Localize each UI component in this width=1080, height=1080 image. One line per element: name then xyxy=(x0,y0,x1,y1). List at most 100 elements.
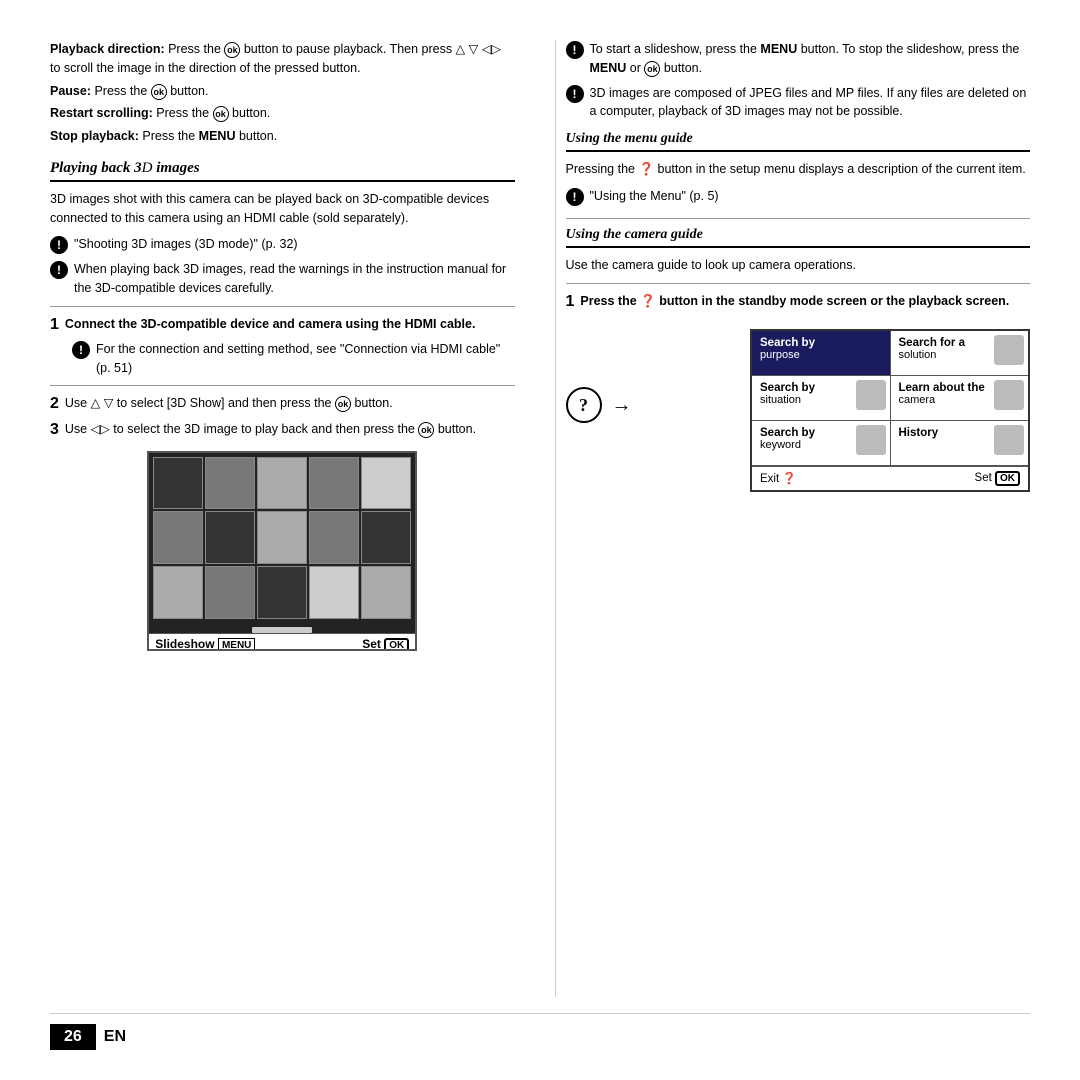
page: Playback direction: Press the ok button … xyxy=(0,0,1080,1080)
divider-3 xyxy=(566,218,1031,219)
cg-row-1: Search by purpose Search for a solution xyxy=(752,331,1028,376)
note-shooting-3d-text: "Shooting 3D images (3D mode)" (p. 32) xyxy=(74,235,298,254)
menu-guide-title: Using the menu guide xyxy=(566,131,1031,152)
page-number: 26 xyxy=(50,1024,96,1050)
ok-circle-right: ok xyxy=(644,61,660,77)
thumb-7 xyxy=(205,511,255,564)
camera-guide-step1-text: Press the ❓ button in the standby mode s… xyxy=(580,292,1030,311)
exclaim-icon-5: ! xyxy=(566,85,584,103)
divider-1 xyxy=(50,306,515,307)
exclaim-icon-1: ! xyxy=(50,236,68,254)
note-warnings: ! When playing back 3D images, read the … xyxy=(50,260,515,298)
thumb-10 xyxy=(361,511,411,564)
cg-row-3: Search by keyword History xyxy=(752,421,1028,466)
restart-note: Restart scrolling: Press the ok button. xyxy=(50,104,515,123)
q-button-area: ? xyxy=(566,387,602,423)
cg-set-label: Set OK xyxy=(975,471,1020,486)
camera-guide-step1-num: 1 xyxy=(566,292,575,311)
note-hdmi-text: For the connection and setting method, s… xyxy=(96,340,515,378)
stop-label: Stop playback: xyxy=(50,129,139,143)
step-2-num: 2 xyxy=(50,394,59,413)
pause-note: Pause: Press the ok button. xyxy=(50,82,515,101)
cg-exit-label: Exit ❓ xyxy=(760,471,797,486)
ok-circle-step3: ok xyxy=(418,422,434,438)
note-warnings-text: When playing back 3D images, read the wa… xyxy=(74,260,515,298)
note-3d-jpeg: ! 3D images are composed of JPEG files a… xyxy=(566,84,1031,122)
step-1-text: Connect the 3D-compatible device and cam… xyxy=(65,315,515,334)
step-3-text: Use ◁▷ to select the 3D image to play ba… xyxy=(65,420,515,439)
playing-back-title: Playing back 3D images xyxy=(50,160,515,182)
keyword-thumb xyxy=(856,425,886,455)
thumb-4 xyxy=(309,457,359,510)
menu-btn-icon: MENU xyxy=(218,638,255,651)
divider-4 xyxy=(566,283,1031,284)
slideshow-area: Slideshow MENU Set OK xyxy=(50,451,515,651)
restart-label: Restart scrolling: xyxy=(50,106,153,120)
camera-guide-grid: Search by purpose Search for a solution … xyxy=(750,329,1030,492)
cg-footer: Exit ❓ Set OK xyxy=(752,466,1028,490)
camera-thumb xyxy=(994,380,1024,410)
thumb-9 xyxy=(309,511,359,564)
thumb-6 xyxy=(153,511,203,564)
top-notes: Playback direction: Press the ok button … xyxy=(50,40,515,146)
divider-2 xyxy=(50,385,515,386)
step-2: 2 Use △ ▽ to select [3D Show] and then p… xyxy=(50,394,515,413)
content-area: Playback direction: Press the ok button … xyxy=(50,40,1030,997)
cg-cell-learn-camera: Learn about the camera xyxy=(891,376,1029,420)
thumb-12 xyxy=(205,566,255,619)
thumb-5 xyxy=(361,457,411,510)
menu-label-stop: MENU xyxy=(199,129,236,143)
ok-circle-icon: ok xyxy=(224,42,240,58)
left-column: Playback direction: Press the ok button … xyxy=(50,40,525,997)
note-using-menu: ! "Using the Menu" (p. 5) xyxy=(566,187,1031,206)
exclaim-icon-4: ! xyxy=(566,41,584,59)
camera-guide-body: Use the camera guide to look up camera o… xyxy=(566,256,1031,275)
history-thumb xyxy=(994,425,1024,455)
playing-back-body: 3D images shot with this camera can be p… xyxy=(50,190,515,228)
cg-row-2: Search by situation Learn about the came… xyxy=(752,376,1028,421)
slideshow-footer: Slideshow MENU Set OK xyxy=(149,633,415,651)
thumb-11 xyxy=(153,566,203,619)
thumb-15 xyxy=(361,566,411,619)
thumb-14 xyxy=(309,566,359,619)
right-column: ! To start a slideshow, press the MENU b… xyxy=(555,40,1031,997)
thumb-2 xyxy=(205,457,255,510)
ok-circle-icon2: ok xyxy=(151,84,167,100)
set-ok-btn: OK xyxy=(384,638,409,651)
ok-circle-step2: ok xyxy=(335,396,351,412)
step-1-num: 1 xyxy=(50,315,59,334)
camera-guide-grid-area: ? → Search by purpose Search for a solut… xyxy=(566,319,1031,492)
cg-cell-search-situation: Search by situation xyxy=(752,376,891,420)
thumb-13 xyxy=(257,566,307,619)
slideshow-image: Slideshow MENU Set OK xyxy=(147,451,417,651)
cg-cell-search-keyword: Search by keyword xyxy=(752,421,891,465)
slideshow-label: Slideshow MENU xyxy=(155,637,255,651)
step-3-num: 3 xyxy=(50,420,59,439)
cg-cell-search-purpose: Search by purpose xyxy=(752,331,891,375)
pause-label: Pause: xyxy=(50,84,91,98)
exclaim-icon-6: ! xyxy=(566,188,584,206)
ok-circle-icon3: ok xyxy=(213,106,229,122)
thumb-8 xyxy=(257,511,307,564)
exclaim-icon-3: ! xyxy=(72,341,90,359)
note-hdmi: ! For the connection and setting method,… xyxy=(72,340,515,378)
step-1: 1 Connect the 3D-compatible device and c… xyxy=(50,315,515,334)
note-using-menu-text: "Using the Menu" (p. 5) xyxy=(590,187,719,206)
cg-cell-search-purpose-label: Search by xyxy=(760,337,882,349)
thumb-3 xyxy=(257,457,307,510)
stop-note: Stop playback: Press the MENU button. xyxy=(50,127,515,146)
cg-set-ok-btn: OK xyxy=(995,471,1020,486)
thumb-1 xyxy=(153,457,203,510)
note-shooting-3d: ! "Shooting 3D images (3D mode)" (p. 32) xyxy=(50,235,515,254)
slideshow-grid xyxy=(149,453,415,623)
situation-thumb xyxy=(856,380,886,410)
page-footer: 26 EN xyxy=(50,1013,1030,1050)
cg-cell-search-purpose-sub: purpose xyxy=(760,349,882,361)
right-top-notes: ! To start a slideshow, press the MENU b… xyxy=(566,40,1031,121)
slideshow-set-label: Set OK xyxy=(362,637,409,651)
note-3d-jpeg-text: 3D images are composed of JPEG files and… xyxy=(590,84,1031,122)
step-2-text: Use △ ▽ to select [3D Show] and then pre… xyxy=(65,394,515,413)
note-start-slideshow-text: To start a slideshow, press the MENU but… xyxy=(590,40,1031,78)
page-language: EN xyxy=(104,1028,126,1046)
step-3: 3 Use ◁▷ to select the 3D image to play … xyxy=(50,420,515,439)
